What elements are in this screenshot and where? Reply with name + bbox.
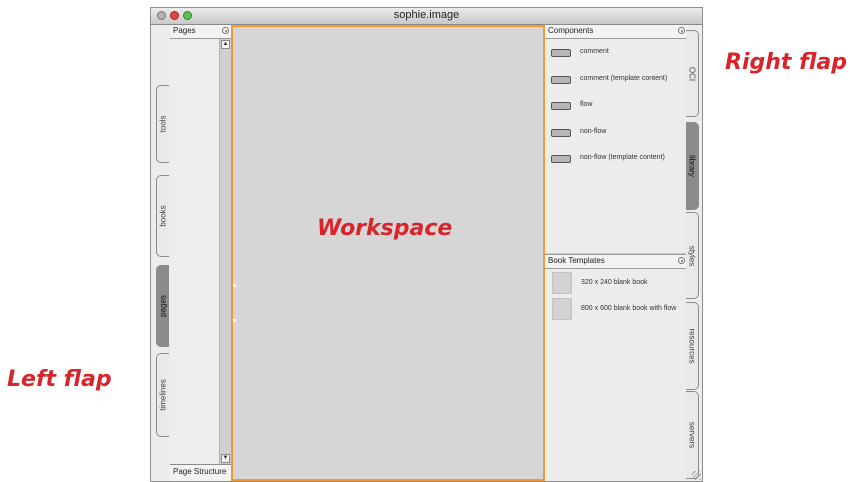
tab-books[interactable]: books [156, 175, 169, 257]
splitter-handle-icon[interactable] [233, 284, 236, 287]
template-thumbnail [552, 272, 572, 294]
component-label: comment (template content) [580, 75, 668, 82]
panel-menu-icon[interactable] [222, 27, 229, 34]
tab-label: books [158, 205, 168, 227]
tab-servers[interactable]: servers [686, 391, 699, 479]
page-structure-bar[interactable]: Page Structure [170, 464, 231, 481]
title-bar[interactable]: sophie.image [151, 8, 702, 25]
scroll-down-icon[interactable]: ▼ [221, 454, 230, 463]
workspace[interactable] [231, 25, 545, 481]
tab-label: resources [687, 328, 697, 364]
window-title: sophie.image [393, 9, 460, 21]
book-template-label: 320 x 240 blank book [581, 279, 648, 286]
splitter-handle-icon[interactable] [233, 319, 236, 322]
app-window: sophie.image tools books pages timelines… [150, 7, 703, 482]
right-flap-tabs: OCI library styles resources servers [686, 25, 702, 481]
right-flap-annotation: Right flap [725, 50, 847, 75]
components-panel: Components comment comment (template con… [545, 25, 688, 253]
tab-library[interactable]: library [686, 122, 699, 210]
pages-panel: Pages ▲ ▼ Page Structure [170, 25, 232, 481]
panel-menu-icon[interactable] [678, 257, 685, 264]
frame-icon [551, 76, 571, 84]
tab-resources[interactable]: resources [686, 302, 699, 390]
tab-timelines[interactable]: timelines [156, 353, 169, 437]
frame-icon [551, 102, 571, 110]
component-label: comment [580, 48, 609, 55]
pages-panel-title: Pages [173, 26, 196, 35]
frame-icon [551, 129, 571, 137]
tab-pages[interactable]: pages [156, 265, 169, 347]
scroll-up-icon[interactable]: ▲ [221, 40, 230, 49]
book-templates-panel-title: Book Templates [548, 256, 605, 265]
tab-styles[interactable]: styles [686, 212, 699, 299]
tab-label: OCI [687, 66, 697, 81]
frame-icon [551, 155, 571, 163]
component-label: non-flow (template content) [580, 154, 665, 161]
tab-label: library [687, 155, 697, 177]
component-label: flow [580, 101, 593, 108]
template-thumbnail [552, 298, 572, 320]
book-templates-panel: Book Templates 320 x 240 blank book 800 … [545, 254, 688, 481]
left-flap-tabs: tools books pages timelines [151, 25, 171, 481]
panel-menu-icon[interactable] [678, 27, 685, 34]
tab-label: timelines [158, 379, 168, 411]
components-panel-header: Components [545, 25, 687, 39]
workspace-annotation: Workspace [317, 216, 453, 241]
book-templates-panel-header: Book Templates [545, 255, 687, 269]
book-template-label: 800 x 600 blank book with flow [581, 305, 677, 312]
left-flap-annotation: Left flap [7, 367, 112, 392]
tab-tools[interactable]: tools [156, 85, 169, 163]
pages-panel-header: Pages [170, 25, 231, 39]
tab-label: servers [687, 421, 697, 449]
component-label: non-flow [580, 128, 607, 135]
components-panel-title: Components [548, 26, 594, 35]
pages-scrollbar[interactable]: ▲ ▼ [219, 39, 231, 464]
tab-label: tools [158, 115, 168, 133]
frame-icon [551, 49, 571, 57]
resize-grip-icon[interactable] [692, 471, 701, 480]
tab-label: styles [687, 245, 697, 266]
tab-label: pages [158, 295, 168, 317]
tab-oci[interactable]: OCI [686, 30, 699, 117]
page-structure-label: Page Structure [173, 467, 227, 476]
